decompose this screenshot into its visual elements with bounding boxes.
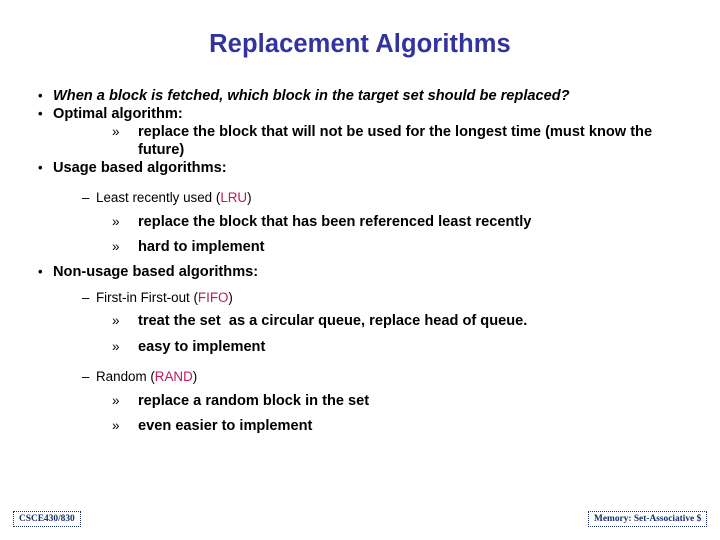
bullet-marker-guillemet: » [112,338,120,354]
bullet-item-level2: – First-in First-out (FIFO) [0,290,720,306]
bullet-item-level3: » easy to implement [0,339,720,356]
bullet-item-level1: • Usage based algorithms: [0,160,720,177]
bullet-text: hard to implement [138,239,265,256]
bullet-marker-guillemet: » [112,213,120,229]
bullet-item-level1: • When a block is fetched, which block i… [0,88,720,105]
bullet-marker-dot: • [38,88,43,103]
bullet-text: Least recently used (LRU) [96,190,720,206]
bullet-item-level3: » even easier to implement [0,418,720,435]
bullet-marker-guillemet: » [112,417,120,433]
bullet-item-level2: – Least recently used (LRU) [0,190,720,206]
highlight-term-lru: LRU [220,190,248,206]
bullet-item-level3: » treat the set as a circular queue, rep… [0,313,720,330]
bullet-text: First-in First-out (FIFO) [96,290,720,306]
bullet-text: replace a random block in the set [138,392,370,409]
bullet-marker-guillemet: » [112,239,120,255]
bullet-marker-guillemet: » [112,392,120,408]
footer-topic-label: Memory: Set-Associative $ [588,511,708,528]
bullet-text: Non-usage based algorithms: [53,264,259,281]
bullet-text: Optimal algorithm: [53,106,183,123]
bullet-marker-guillemet: » [112,124,120,140]
bullet-item-level3: » replace the block that will not be use… [0,124,720,158]
bullet-marker-dot: • [38,264,43,280]
bullet-item-level1: • Non-usage based algorithms: [0,264,720,281]
slide-body: • When a block is fetched, which block i… [0,88,720,436]
bullet-text: replace the block that will not be used … [138,124,657,158]
bullet-text-pre: Least recently used ( [96,190,221,206]
bullet-item-level2: – Random (RAND) [0,369,720,385]
bullet-text-pre: First-in First-out ( [96,289,198,305]
bullet-text: even easier to implement [138,417,313,434]
bullet-text: easy to implement [138,338,266,355]
bullet-marker-dash: – [82,289,90,305]
slide-canvas: Replacement Algorithms • When a block is… [0,0,720,540]
footer-course-label: CSCE430/830 [13,511,81,528]
bullet-marker-guillemet: » [112,313,120,329]
bullet-item-level3: » hard to implement [0,239,720,256]
highlight-term-rand: RAND [154,368,193,384]
bullet-text: replace the block that has been referenc… [138,213,532,230]
bullet-text: treat the set as a circular queue, repla… [138,313,528,330]
bullet-text-post: ) [247,190,252,206]
bullet-text-post: ) [228,289,233,305]
bullet-text: When a block is fetched, which block in … [53,88,570,104]
bullet-item-level1: • Optimal algorithm: [0,106,720,123]
bullet-marker-dot: • [38,106,43,122]
page-title: Replacement Algorithms [209,30,511,58]
bullet-text: Random (RAND) [96,369,720,385]
bullet-text-post: ) [192,368,198,384]
bullet-text-pre: Random ( [96,368,155,384]
bullet-marker-dash: – [82,368,90,384]
bullet-item-level3: » replace the block that has been refere… [0,214,720,231]
highlight-term-fifo: FIFO [197,289,229,305]
bullet-marker-dot: • [38,159,43,175]
bullet-item-level3: » replace a random block in the set [0,393,720,410]
bullet-text: Usage based algorithms: [53,159,227,176]
bullet-marker-dash: – [82,190,90,206]
